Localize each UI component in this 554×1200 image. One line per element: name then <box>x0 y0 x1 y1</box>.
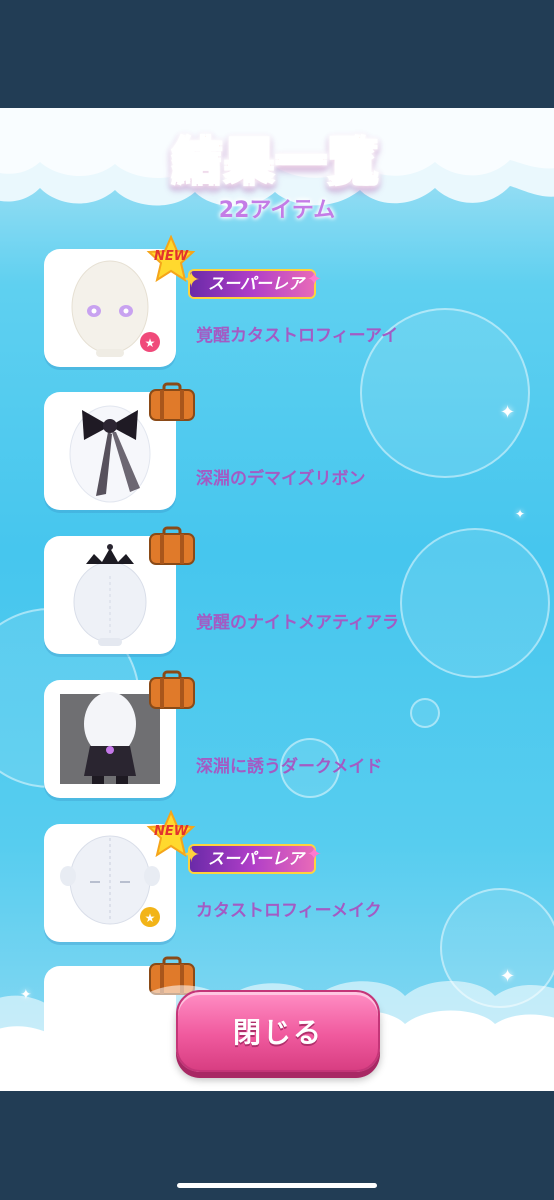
rarity-label: ✦ スーパーレア ✦ <box>182 268 322 297</box>
sparkle-icon: ✦ <box>515 507 526 521</box>
suitcase-icon <box>149 670 195 709</box>
list-item[interactable]: 覚醒のナイトメアティアラ <box>44 526 504 654</box>
close-button[interactable]: 閉じる <box>176 990 380 1072</box>
rarity-text: スーパーレア <box>208 849 304 868</box>
item-name: カタストロフィーメイク <box>196 901 382 921</box>
home-indicator[interactable] <box>177 1183 377 1188</box>
results-panel: ✦ ✦ ✦ ✦ ✦ ✦ 結果一覧 22アイテム ★ <box>0 108 554 1091</box>
svg-text:★: ★ <box>145 336 156 350</box>
new-badge-label: NEW <box>153 824 189 839</box>
page-title: 結果一覧 <box>0 122 554 192</box>
item-count: 22アイテム <box>218 198 336 223</box>
list-item[interactable]: ★ NEW ✦ スーパーレア ✦ 覚醒カタストロフィーアイ <box>44 234 504 367</box>
list-item[interactable]: 深淵のデマイズリボン <box>44 382 504 510</box>
item-name: 深淵に誘うダークメイド <box>196 757 383 777</box>
list-item[interactable]: ★ NEW ✦ スーパーレア ✦ カタストロフィーメイク <box>44 809 504 942</box>
suitcase-icon <box>149 382 195 421</box>
item-name: 覚醒カタストロフィーアイ <box>196 326 399 346</box>
suitcase-badge <box>148 670 196 710</box>
item-name: 深淵のデマイズリボン <box>196 469 366 489</box>
suitcase-icon <box>149 526 195 565</box>
rarity-text: スーパーレア <box>208 274 304 293</box>
title-block: 結果一覧 22アイテム <box>0 122 554 224</box>
bottom-home-bar <box>0 1091 554 1200</box>
rarity-label: ✦ スーパーレア ✦ <box>182 843 322 872</box>
star-icon: ✦ <box>182 268 201 293</box>
svg-text:★: ★ <box>145 911 156 925</box>
item-name: 覚醒のナイトメアティアラ <box>196 613 399 633</box>
star-icon: ✦ <box>182 843 201 868</box>
star-icon: ✦ <box>306 269 322 290</box>
list-item[interactable]: 深淵に誘うダークメイド <box>44 670 504 798</box>
top-status-bar <box>0 0 554 108</box>
suitcase-badge <box>148 382 196 422</box>
new-badge-label: NEW <box>153 249 189 264</box>
suitcase-badge <box>148 526 196 566</box>
star-icon: ✦ <box>306 844 322 865</box>
close-button-label: 閉じる <box>232 1016 323 1049</box>
